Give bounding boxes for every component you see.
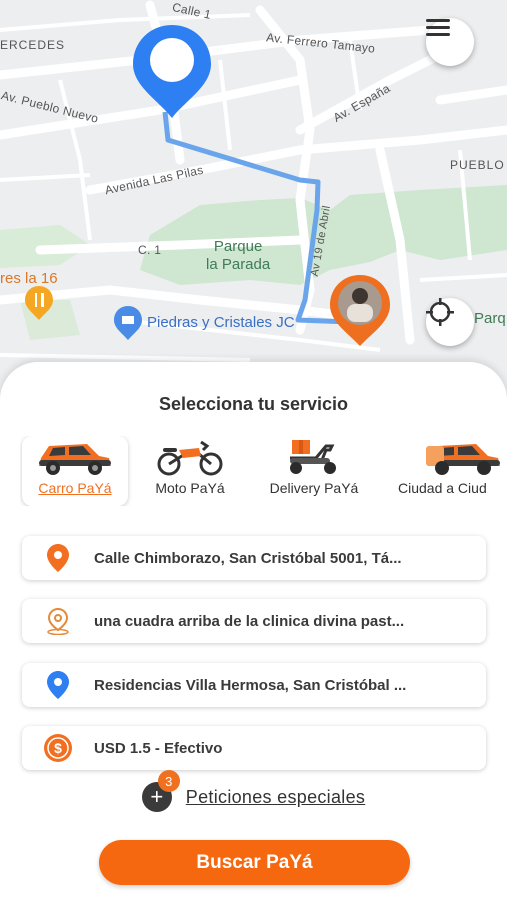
svg-text:$: $ bbox=[54, 740, 62, 756]
destination-text: Residencias Villa Hermosa, San Cristóbal… bbox=[94, 676, 407, 694]
crosshair-icon bbox=[426, 298, 454, 326]
poi-label: Piedras y Cristales JC bbox=[147, 314, 295, 331]
origin-text: Calle Chimborazo, San Cristóbal 5001, Tá… bbox=[94, 549, 402, 567]
service-moto[interactable]: Moto PaYá bbox=[138, 436, 242, 506]
search-ride-button[interactable]: Buscar PaYá bbox=[99, 840, 410, 885]
service-label: Moto PaYá bbox=[155, 480, 225, 496]
street-label: ERCEDES bbox=[0, 38, 66, 52]
destination-field[interactable]: Residencias Villa Hermosa, San Cristóbal… bbox=[22, 663, 486, 707]
sheet-title: Selecciona tu servicio bbox=[158, 394, 349, 414]
reference-field[interactable]: una cuadra arriba de la clinica divina p… bbox=[22, 599, 486, 643]
street-label: C. 1 bbox=[138, 243, 162, 257]
service-label: Delivery PaYá bbox=[269, 480, 359, 496]
special-requests[interactable]: + 3 Peticiones especiales bbox=[0, 770, 507, 812]
menu-button[interactable] bbox=[426, 18, 474, 66]
street-label: PUEBLO bbox=[450, 158, 505, 172]
request-count-badge: 3 bbox=[157, 770, 180, 792]
service-sheet: Selecciona tu servicio Carro PaYá Moto P… bbox=[0, 362, 507, 900]
add-request-button[interactable]: + 3 bbox=[141, 770, 180, 812]
service-car[interactable]: Carro PaYá bbox=[22, 436, 128, 506]
service-label: Ciudad a Ciud bbox=[398, 480, 487, 496]
car-luggage-icon bbox=[426, 444, 500, 475]
poi-label: res la 16 bbox=[0, 270, 58, 287]
reference-pin-icon bbox=[47, 607, 69, 635]
map-view[interactable]: Calle 1 ERCEDES Av. Ferrero Tamayo Av. P… bbox=[0, 0, 507, 420]
service-delivery[interactable]: Delivery PaYá bbox=[258, 436, 370, 506]
poi-label: Parq bbox=[474, 310, 506, 327]
destination-pin-icon bbox=[47, 671, 69, 699]
service-intercity[interactable]: Ciudad a Ciud bbox=[388, 436, 507, 506]
map-canvas bbox=[0, 0, 507, 362]
payment-field[interactable]: $ USD 1.5 - Efectivo bbox=[22, 726, 486, 770]
dollar-coin-icon: $ bbox=[44, 734, 72, 762]
delivery-scooter-icon bbox=[290, 440, 336, 474]
car-icon bbox=[39, 444, 111, 475]
special-requests-link[interactable]: Peticiones especiales bbox=[186, 787, 365, 808]
menu-icon bbox=[426, 19, 450, 36]
payment-text: USD 1.5 - Efectivo bbox=[94, 739, 223, 757]
store-poi-icon bbox=[114, 306, 142, 340]
origin-pin-icon bbox=[47, 544, 69, 572]
service-label: Carro PaYá bbox=[38, 480, 112, 496]
park-label: Parque la Parada bbox=[206, 238, 271, 273]
driver-map-pin-icon bbox=[330, 275, 390, 346]
motorcycle-icon bbox=[157, 440, 223, 476]
locate-button[interactable] bbox=[426, 298, 474, 346]
origin-field[interactable]: Calle Chimborazo, San Cristóbal 5001, Tá… bbox=[22, 536, 486, 580]
service-carousel[interactable]: Carro PaYá Moto PaYá Delivery PaYá Ciuda… bbox=[20, 436, 507, 506]
reference-text: una cuadra arriba de la clinica divina p… bbox=[94, 612, 405, 630]
